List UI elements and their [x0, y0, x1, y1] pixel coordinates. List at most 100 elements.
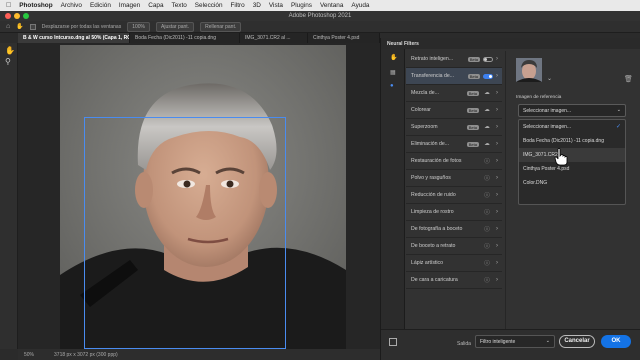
tab-boda-fecha[interactable]: Boda Fecha (Dic2011) -11 copia.dng [130, 33, 240, 43]
cloud-download-icon[interactable]: ☁ [482, 141, 492, 147]
reference-image-select[interactable]: Seleccionar imagen... ⌄ [518, 104, 626, 117]
filter-row[interactable]: Superzoom Beta ☁ › [406, 119, 502, 136]
menu-capa[interactable]: Capa [148, 2, 163, 9]
menu-app-name[interactable]: Photoshop [19, 2, 52, 9]
filter-row[interactable]: Eliminación de... Beta ☁ › [406, 136, 502, 153]
minimize-window-icon[interactable] [14, 13, 20, 19]
menu-filtro[interactable]: Filtro [231, 2, 245, 9]
reference-dropdown-menu: Seleccionar imagen... ✓ Boda Fecha (Dic201… [518, 119, 626, 205]
filter-row[interactable]: Polvo y rasguños ⓘ › [406, 170, 502, 187]
tab-bw-curso[interactable]: B & W curso Intcurso.dng al 50% (Capa 1,… [18, 33, 130, 43]
dropdown-option[interactable]: IMG_3071.CR2 [519, 148, 625, 162]
filter-row[interactable]: Reducción de ruido ⓘ › [406, 187, 502, 204]
filter-row[interactable]: Transferencia de... Beta › [406, 68, 502, 85]
filter-row[interactable]: Limpieza de rostro ⓘ › [406, 204, 502, 221]
menu-archivo[interactable]: Archivo [61, 2, 82, 9]
preview-layer-icon[interactable]: ▦ [390, 69, 396, 76]
scroll-all-label: Desplazarse por todas las ventanas [41, 23, 122, 30]
menu-seleccion[interactable]: Selección [195, 2, 223, 9]
chevron-right-icon: › [496, 209, 498, 215]
filter-name: De fotografía a boceto [411, 226, 463, 232]
ok-button[interactable]: OK [601, 335, 631, 348]
filter-row[interactable]: Retrato inteligen... Beta › [406, 51, 502, 68]
hand-tool-icon[interactable]: ✋ [16, 23, 23, 30]
cloud-download-icon[interactable]: ☁ [482, 107, 492, 113]
info-icon[interactable]: ⓘ [482, 191, 492, 199]
filter-name: De cara a caricatura [411, 277, 458, 283]
dropdown-option[interactable]: Boda Fecha (Dic2011) -11 copia.dng [519, 134, 625, 148]
chevron-right-icon: › [496, 90, 498, 96]
menu-3d[interactable]: 3D [253, 2, 261, 9]
filter-row[interactable]: De boceto a retrato ⓘ › [406, 238, 502, 255]
filter-list: Retrato inteligen... Beta › Transferencia d… [406, 51, 502, 289]
chevron-right-icon: › [496, 73, 498, 79]
info-icon[interactable]: ⓘ [482, 174, 492, 182]
filter-name: Retrato inteligen... [411, 56, 454, 62]
scroll-all-checkbox[interactable] [29, 23, 36, 30]
menu-ayuda[interactable]: Ayuda [351, 2, 369, 9]
neural-filters-tool-strip: ✋ ▦ ● [381, 49, 405, 343]
menu-ventana[interactable]: Ventana [320, 2, 343, 9]
chevron-right-icon: › [496, 175, 498, 181]
chevron-right-icon: › [496, 124, 498, 130]
filter-row[interactable]: Mezcla de... Beta ☁ › [406, 85, 502, 102]
tab-img-3071[interactable]: IMG_3071.CR2 al ... [240, 33, 308, 43]
close-window-icon[interactable] [5, 13, 11, 19]
menu-texto[interactable]: Texto [172, 2, 187, 9]
fit-screen-button[interactable]: Ajustar pant. [156, 21, 195, 32]
tab-cinthya-poster[interactable]: Cinthya Poster 4.psd [308, 33, 380, 43]
reference-thumbnail[interactable] [516, 58, 542, 82]
window-title-bar: Adobe Photoshop 2021 [0, 11, 640, 21]
filter-row[interactable]: Restauración de fotos ⓘ › [406, 153, 502, 170]
cancel-button[interactable]: Cancelar [559, 335, 595, 348]
cloud-download-icon[interactable]: ☁ [482, 90, 492, 96]
chevron-down-icon[interactable]: ⌄ [547, 75, 552, 82]
fill-screen-button[interactable]: Rellenar pant. [200, 21, 242, 32]
dropdown-option[interactable]: Seleccionar imagen... ✓ [519, 120, 625, 134]
move-icon[interactable]: ✋ [390, 54, 397, 61]
output-select[interactable]: Filtro inteligente ⌄ [475, 335, 555, 348]
apple-icon[interactable]:  [6, 2, 11, 9]
zoom-100-button[interactable]: 100% [127, 21, 151, 32]
filter-name: Superzoom [411, 124, 438, 130]
dropdown-option[interactable]: Cinthya Poster 4.psd [519, 162, 625, 176]
beta-badge: Beta [466, 107, 479, 113]
layer-preview-toggle-icon[interactable] [389, 338, 397, 346]
filter-toggle[interactable] [483, 73, 493, 79]
info-icon[interactable]: ⓘ [482, 242, 492, 250]
menu-plugins[interactable]: Plugins [291, 2, 312, 9]
status-dimensions: 3718 px x 3072 px (300 ppp) [54, 351, 118, 358]
info-icon[interactable]: ⓘ [482, 208, 492, 216]
beta-badge: Beta [467, 73, 480, 79]
filter-row[interactable]: Colorear Beta ☁ › [406, 102, 502, 119]
menu-edicion[interactable]: Edición [90, 2, 111, 9]
menu-imagen[interactable]: Imagen [119, 2, 140, 9]
filter-name: Colorear [411, 107, 431, 113]
zoom-tool-icon[interactable]: ⚲ [5, 57, 11, 66]
info-icon[interactable]: ⓘ [482, 259, 492, 267]
filter-row[interactable]: De cara a caricatura ⓘ › [406, 272, 502, 289]
filter-row[interactable]: De fotografía a boceto ⓘ › [406, 221, 502, 238]
trash-icon[interactable]: 🗑 [624, 75, 633, 83]
dropdown-option[interactable]: Color.DNG [519, 176, 625, 190]
info-icon[interactable]: ⓘ [482, 157, 492, 165]
filter-name: Polvo y rasguños [411, 175, 451, 181]
cloud-download-icon[interactable]: ☁ [482, 124, 492, 130]
info-icon[interactable]: ⓘ [482, 225, 492, 233]
hand-tool-icon[interactable]: ✋ [5, 46, 15, 55]
filter-toggle[interactable] [483, 56, 493, 62]
info-icon[interactable]: ⓘ [482, 276, 492, 284]
filter-row[interactable]: Lápiz artístico ⓘ › [406, 255, 502, 272]
dropdown-option-label: Color.DNG [523, 180, 548, 186]
document-tabs: B & W curso Intcurso.dng al 50% (Capa 1,… [18, 33, 380, 43]
zoom-window-icon[interactable] [23, 13, 29, 19]
home-icon[interactable]: ⌂ [6, 23, 10, 30]
status-zoom[interactable]: 50% [24, 352, 34, 358]
status-bar: 50% 3718 px x 3072 px (300 ppp) [18, 349, 380, 360]
filter-name: Transferencia de... [411, 73, 455, 79]
checkmark-icon: ✓ [615, 124, 621, 130]
dropdown-option-label: Boda Fecha (Dic2011) -11 copia.dng [523, 138, 604, 144]
menu-vista[interactable]: Vista [269, 2, 283, 9]
filter-name: De boceto a retrato [411, 243, 456, 249]
filter-name: Restauración de fotos [411, 158, 462, 164]
